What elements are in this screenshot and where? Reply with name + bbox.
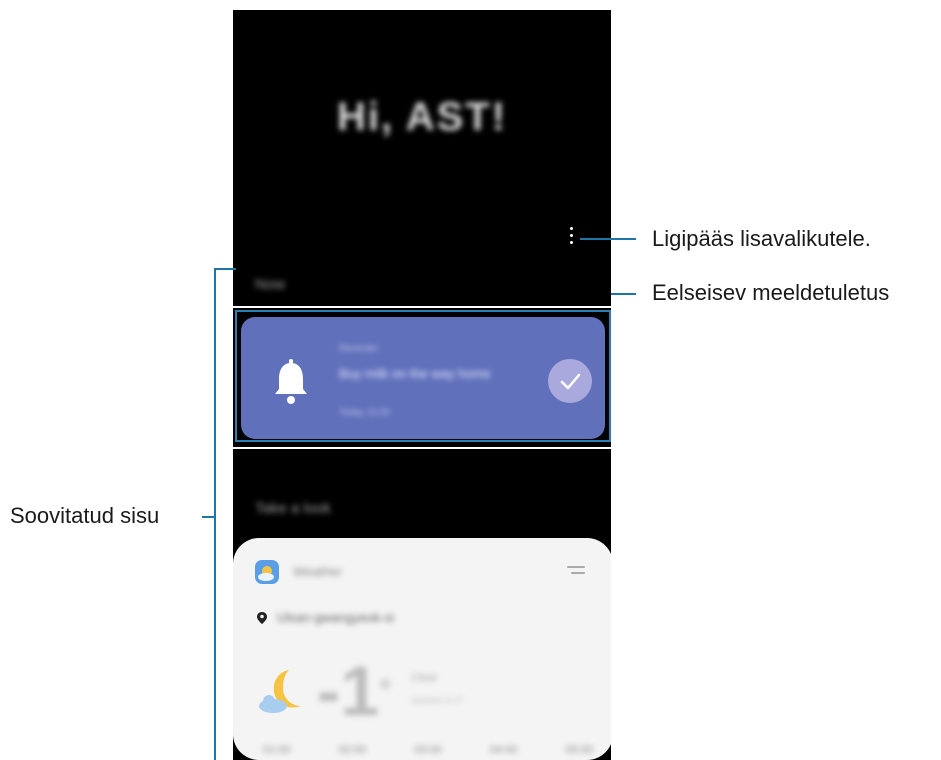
complete-reminder-button[interactable] [548,359,592,403]
forecast-hour: 04:00 [489,744,518,756]
reminder-card[interactable]: Reminder Buy milk on the way home Today,… [241,317,605,439]
suggested-content-callout: Soovitatud sisu [10,503,160,528]
weather-condition: Clear [411,672,438,684]
divider-top [233,306,611,308]
greeting-text: Hi, AST! [336,95,508,139]
weather-app-icon [255,560,279,584]
more-options-callout-line [580,238,636,240]
forecast-hour: 03:00 [414,744,442,756]
reminder-callout: Eelseisev meeldetuletus [652,280,890,305]
reminder-label: Reminder [339,343,379,353]
weather-app-name: Weather [293,564,342,579]
weather-temperature: -1° [317,652,392,730]
divider-bottom [233,447,611,449]
suggested-content-bracket [214,268,216,760]
section-title-now: Now [255,276,286,293]
check-icon [560,373,581,390]
suggested-content-callout-line [202,516,216,518]
reminder-title: Buy milk on the way home [339,366,491,381]
phone-screen: Hi, AST! Now Reminder Buy milk on the wa… [233,10,611,760]
suggested-content-bracket-top [214,268,236,270]
forecast-hour: 02:00 [338,744,367,756]
forecast-hour: 05:00 [565,744,593,756]
forecast-hour: 01:00 [263,744,291,756]
moon-cloud-icon [259,670,301,713]
more-options-icon[interactable] [566,227,576,249]
more-options-callout: Ligipääs lisavalikutele. [652,226,871,251]
weather-card[interactable]: Weather Ulsan-gwangyeok-si -1° Clear Upd… [233,538,611,760]
location-pin-icon [257,612,267,624]
bell-icon [275,359,307,404]
weather-location: Ulsan-gwangyeok-si [277,610,395,625]
card-menu-icon[interactable] [567,566,585,574]
reminder-time: Today, 21:00 [339,407,390,417]
weather-updated: Updated 21:27 [411,696,464,705]
hourly-forecast: 01:00 02:00 03:00 04:00 05:00 [263,744,593,756]
section-title-take-a-look: Take a look [255,500,331,517]
reminder-callout-line [611,293,636,295]
